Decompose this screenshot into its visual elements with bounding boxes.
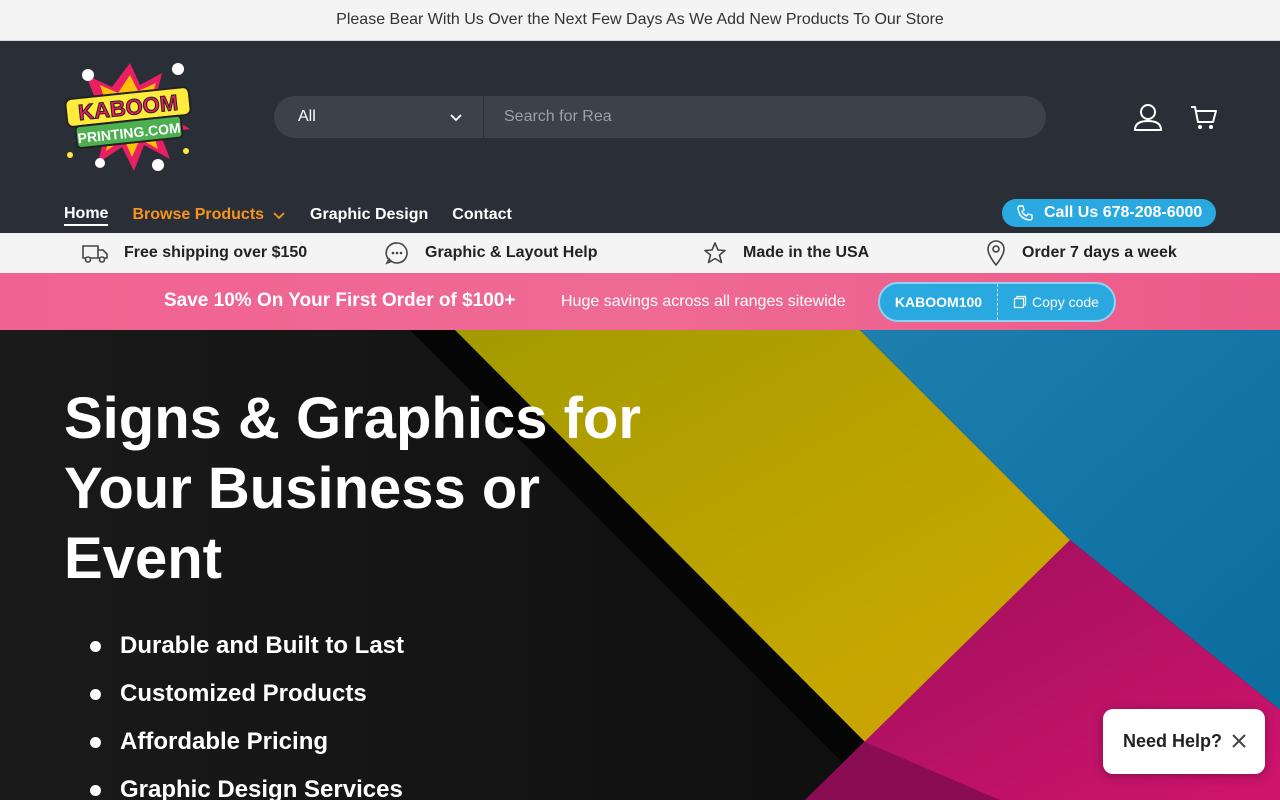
promo-title: Save 10% On Your First Order of $100+ bbox=[164, 290, 516, 311]
user-icon[interactable] bbox=[1132, 101, 1164, 133]
hero-bullet-text: Durable and Built to Last bbox=[120, 632, 405, 659]
coupon-code: KABOOM100 bbox=[880, 284, 998, 320]
copy-icon bbox=[1013, 295, 1027, 309]
nav-contact[interactable]: Contact bbox=[452, 206, 512, 224]
chat-icon bbox=[385, 242, 408, 265]
phone-icon bbox=[1017, 205, 1033, 221]
search-input[interactable] bbox=[484, 96, 1046, 138]
chevron-down-icon bbox=[273, 212, 285, 220]
feature-label: Free shipping over $150 bbox=[124, 244, 308, 261]
hero-bullet-text: Customized Products bbox=[120, 680, 367, 707]
hero-bullet: Affordable Pricing bbox=[90, 718, 404, 766]
feature-order-days: Order 7 days a week bbox=[986, 233, 1177, 273]
announcement-bar: Please Bear With Us Over the Next Few Da… bbox=[0, 0, 1280, 41]
hero-banner: Signs & Graphics for Your Business or Ev… bbox=[0, 330, 1280, 800]
hero-title: Signs & Graphics for Your Business or Ev… bbox=[64, 386, 641, 591]
search-category-select[interactable]: All bbox=[274, 96, 484, 138]
feature-free-shipping: Free shipping over $150 bbox=[82, 233, 307, 273]
cart-icon[interactable] bbox=[1188, 101, 1220, 133]
features-strip: Free shipping over $150 Graphic & Layout… bbox=[0, 233, 1280, 273]
coupon-box: KABOOM100 Copy code bbox=[878, 282, 1116, 322]
star-icon bbox=[704, 242, 726, 264]
feature-label: Order 7 days a week bbox=[1022, 244, 1177, 261]
feature-label: Graphic & Layout Help bbox=[425, 244, 598, 261]
hero-bullet-text: Affordable Pricing bbox=[120, 728, 329, 755]
promo-subtitle: Huge savings across all ranges sitewide bbox=[561, 293, 846, 310]
bullet-dot bbox=[90, 784, 101, 796]
hero-bullet-list: Durable and Built to Last Customized Pro… bbox=[90, 622, 404, 800]
site-header: KABOOM PRINTING.COM All Home Browse Prod… bbox=[0, 41, 1280, 233]
nav-graphic-design-label: Graphic Design bbox=[310, 206, 429, 223]
hero-bullet-text: Graphic Design Services bbox=[120, 776, 403, 800]
nav-home[interactable]: Home bbox=[64, 204, 109, 226]
hero-bullet: Customized Products bbox=[90, 670, 404, 718]
close-icon[interactable] bbox=[1229, 731, 1249, 751]
hero-bullet: Graphic Design Services bbox=[90, 766, 404, 800]
help-label: Need Help? bbox=[1123, 731, 1223, 751]
chevron-down-icon bbox=[450, 114, 462, 122]
nav-browse-products-label: Browse Products bbox=[132, 206, 265, 223]
help-widget[interactable]: Need Help? bbox=[1103, 709, 1265, 774]
nav-graphic-design[interactable]: Graphic Design bbox=[310, 206, 428, 224]
bullet-dot bbox=[90, 736, 101, 748]
bullet-dot bbox=[90, 640, 101, 652]
search-category-label: All bbox=[298, 108, 316, 125]
bullet-dot bbox=[90, 688, 101, 700]
feature-label: Made in the USA bbox=[743, 244, 870, 261]
feature-made-in-usa: Made in the USA bbox=[703, 233, 869, 273]
search-bar: All bbox=[274, 96, 1046, 138]
copy-code-button[interactable]: Copy code bbox=[998, 294, 1114, 310]
copy-code-label: Copy code bbox=[1032, 294, 1099, 310]
feature-graphic-help: Graphic & Layout Help bbox=[385, 233, 597, 273]
truck-icon bbox=[82, 245, 108, 263]
main-nav: Home Browse Products Graphic Design Cont… bbox=[64, 204, 536, 226]
location-pin-icon bbox=[987, 240, 1005, 266]
announcement-text: Please Bear With Us Over the Next Few Da… bbox=[336, 11, 944, 28]
promo-bar: Save 10% On Your First Order of $100+ Hu… bbox=[0, 273, 1280, 330]
nav-home-label: Home bbox=[64, 204, 109, 222]
nav-contact-label: Contact bbox=[452, 206, 512, 223]
call-us-label: Call Us 678-208-6000 bbox=[1044, 204, 1203, 221]
nav-browse-products[interactable]: Browse Products bbox=[132, 206, 286, 224]
call-us-button[interactable]: Call Us 678-208-6000 bbox=[1002, 199, 1216, 227]
hero-bullet: Durable and Built to Last bbox=[90, 622, 404, 670]
site-logo[interactable]: KABOOM PRINTING.COM bbox=[60, 55, 200, 177]
